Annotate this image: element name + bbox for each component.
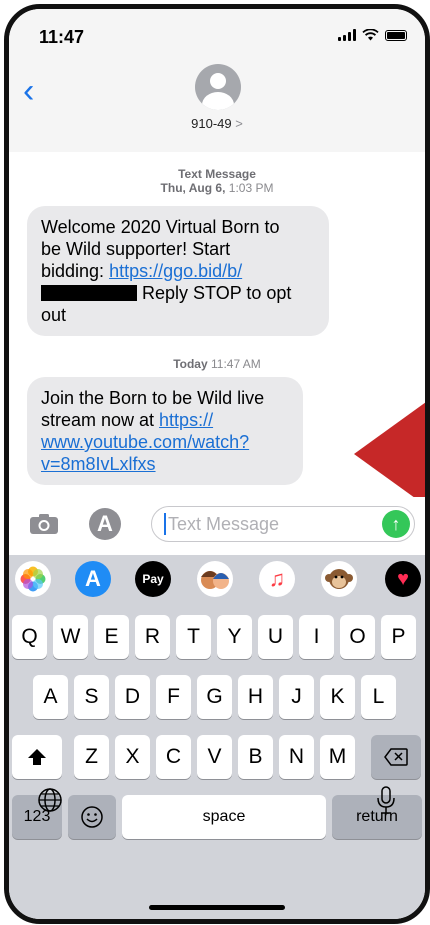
message-text: be Wild supporter! Start bbox=[41, 239, 231, 259]
key-x[interactable]: X bbox=[115, 735, 150, 779]
key-g[interactable]: G bbox=[197, 675, 232, 719]
back-chevron-icon[interactable]: ‹ bbox=[23, 74, 34, 108]
shift-key[interactable] bbox=[12, 735, 62, 779]
key-u[interactable]: U bbox=[258, 615, 293, 659]
keyboard: Q W E R T Y U I O P A S D F G H J K L Z … bbox=[9, 603, 425, 919]
chevron-right-icon: > bbox=[235, 116, 243, 131]
space-key[interactable]: space bbox=[122, 795, 326, 839]
phone-frame: 11:47 ‹ 910-49 > Text Message Thu, Aug 6… bbox=[4, 4, 430, 924]
timestamp-time: 1:03 PM bbox=[228, 181, 274, 195]
send-arrow-icon[interactable]: ↑ bbox=[382, 510, 410, 538]
key-s[interactable]: S bbox=[74, 675, 109, 719]
emoji-key[interactable] bbox=[68, 795, 116, 839]
key-a[interactable]: A bbox=[33, 675, 68, 719]
status-bar: 11:47 bbox=[9, 9, 425, 64]
redaction-bar bbox=[41, 285, 137, 301]
message-timestamp: Text Message Thu, Aug 6, 1:03 PM bbox=[9, 167, 425, 195]
message-link[interactable]: https:// bbox=[159, 410, 213, 430]
message-thread[interactable]: Text Message Thu, Aug 6, 1:03 PM Welcome… bbox=[9, 152, 425, 506]
key-m[interactable]: M bbox=[320, 735, 355, 779]
contact-name[interactable]: 910-49 > bbox=[9, 116, 425, 131]
conversation-header: ‹ 910-49 > bbox=[9, 64, 425, 153]
key-t[interactable]: T bbox=[176, 615, 211, 659]
key-j[interactable]: J bbox=[279, 675, 314, 719]
timestamp-time: 11:47 AM bbox=[210, 357, 261, 371]
home-indicator[interactable] bbox=[149, 905, 285, 910]
key-y[interactable]: Y bbox=[217, 615, 252, 659]
message-placeholder: Text Message bbox=[168, 514, 280, 534]
contact-number: 910-49 bbox=[191, 116, 232, 131]
digital-touch-icon[interactable]: ♥ bbox=[385, 561, 421, 597]
message-bubble-1[interactable]: Welcome 2020 Virtual Born to be Wild sup… bbox=[27, 206, 329, 336]
message-link[interactable]: www.youtube.com/watch? bbox=[41, 431, 289, 453]
compose-bar: A Text Message ↑ bbox=[9, 497, 425, 555]
key-q[interactable]: Q bbox=[12, 615, 47, 659]
key-k[interactable]: K bbox=[320, 675, 355, 719]
message-link[interactable]: v=8m8IvLxlfxs bbox=[41, 453, 289, 475]
key-w[interactable]: W bbox=[53, 615, 88, 659]
key-o[interactable]: O bbox=[340, 615, 375, 659]
message-text: bidding: bbox=[41, 261, 110, 281]
annotation-arrow bbox=[354, 402, 425, 506]
message-text: Welcome 2020 Virtual Born to bbox=[41, 217, 280, 237]
key-l[interactable]: L bbox=[361, 675, 396, 719]
globe-icon[interactable] bbox=[37, 787, 63, 813]
key-e[interactable]: E bbox=[94, 615, 129, 659]
key-z[interactable]: Z bbox=[74, 735, 109, 779]
text-cursor bbox=[164, 513, 166, 535]
timestamp-date: Thu, Aug 6, bbox=[160, 181, 226, 195]
apple-pay-icon[interactable]: Pay bbox=[135, 561, 171, 597]
key-n[interactable]: N bbox=[279, 735, 314, 779]
backspace-icon bbox=[384, 748, 408, 767]
message-text: Reply STOP to opt bbox=[137, 283, 292, 303]
memoji-icon[interactable] bbox=[197, 561, 233, 597]
microphone-icon[interactable] bbox=[375, 785, 397, 815]
message-text: stream now at bbox=[41, 410, 160, 430]
message-link[interactable]: https://ggo.bid/b/ bbox=[109, 261, 242, 281]
contact-avatar[interactable] bbox=[195, 64, 241, 110]
shift-arrow-icon bbox=[28, 749, 46, 766]
battery-icon bbox=[385, 29, 407, 41]
apple-pay-label: Pay bbox=[142, 572, 164, 586]
status-icons bbox=[338, 29, 407, 41]
appstore-icon[interactable]: A bbox=[75, 561, 111, 597]
camera-icon[interactable] bbox=[29, 513, 59, 535]
key-b[interactable]: B bbox=[238, 735, 273, 779]
delete-key[interactable] bbox=[371, 735, 421, 779]
timestamp-label: Text Message bbox=[178, 167, 256, 181]
status-time: 11:47 bbox=[39, 27, 85, 47]
key-p[interactable]: P bbox=[381, 615, 416, 659]
signal-icon bbox=[338, 29, 356, 41]
monkey-animoji-icon[interactable] bbox=[321, 561, 357, 597]
key-r[interactable]: R bbox=[135, 615, 170, 659]
wifi-icon bbox=[362, 29, 379, 41]
appstore-icon[interactable]: A bbox=[89, 508, 121, 540]
key-f[interactable]: F bbox=[156, 675, 191, 719]
key-i[interactable]: I bbox=[299, 615, 334, 659]
message-timestamp: Today 11:47 AM bbox=[9, 357, 425, 371]
imessage-app-strip: A Pay ♫ ♥ bbox=[9, 555, 425, 603]
message-text: Join the Born to be Wild live bbox=[41, 388, 265, 408]
key-v[interactable]: V bbox=[197, 735, 232, 779]
music-icon[interactable]: ♫ bbox=[259, 561, 295, 597]
key-d[interactable]: D bbox=[115, 675, 150, 719]
message-text: out bbox=[41, 305, 67, 325]
emoji-smile-icon bbox=[81, 806, 103, 829]
message-bubble-2[interactable]: Join the Born to be Wild live stream now… bbox=[27, 377, 303, 485]
key-h[interactable]: H bbox=[238, 675, 273, 719]
timestamp-date: Today bbox=[173, 357, 208, 371]
key-c[interactable]: C bbox=[156, 735, 191, 779]
photos-icon[interactable] bbox=[15, 561, 51, 597]
message-input[interactable]: Text Message ↑ bbox=[151, 506, 415, 542]
